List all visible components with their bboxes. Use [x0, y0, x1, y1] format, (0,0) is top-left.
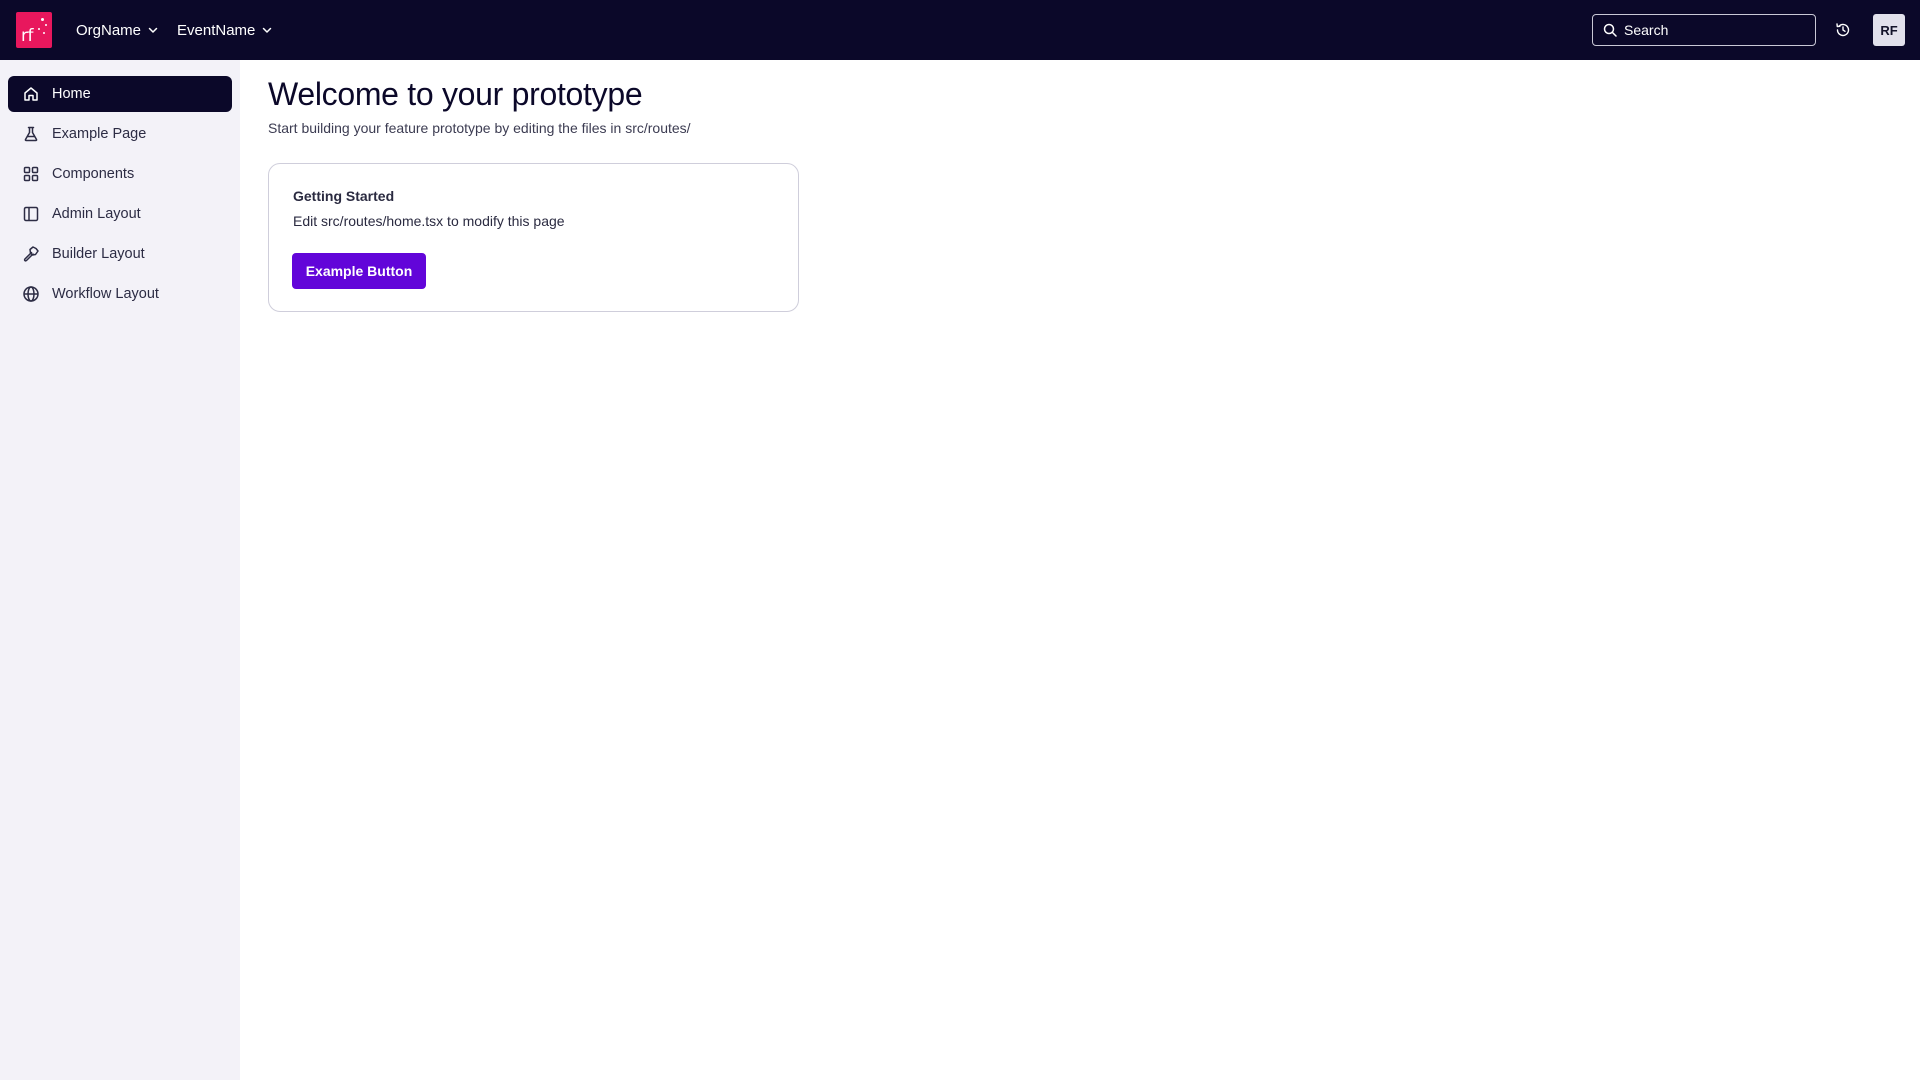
getting-started-card: Getting Started Edit src/routes/home.tsx…: [268, 163, 799, 312]
sidebar-item-workflow-layout[interactable]: Workflow Layout: [8, 276, 232, 312]
avatar[interactable]: RF: [1873, 14, 1905, 46]
page-title: Welcome to your prototype: [268, 76, 643, 112]
hammer-icon: [21, 244, 41, 264]
grid-icon: [21, 164, 41, 184]
sidebar-item-label: Components: [52, 166, 135, 182]
card-description: Edit src/routes/home.tsx to modify this …: [293, 213, 565, 229]
sidebar-item-home[interactable]: Home: [8, 76, 232, 112]
home-icon: [21, 84, 41, 104]
brand-logo[interactable]: rf: [16, 12, 52, 48]
search-box[interactable]: [1592, 14, 1816, 46]
card-title: Getting Started: [293, 188, 395, 204]
logo-dot: [41, 18, 44, 21]
sidebar-item-label: Builder Layout: [52, 246, 145, 262]
event-selector[interactable]: EventName: [177, 0, 273, 60]
sidebar: Home Example Page Components Admin Layou…: [0, 60, 240, 1080]
flask-icon: [21, 124, 41, 144]
search-input[interactable]: [1624, 22, 1804, 38]
sidebar-item-label: Example Page: [52, 126, 147, 142]
sidebar-item-label: Home: [52, 86, 91, 102]
logo-dot: [38, 28, 40, 30]
example-button[interactable]: Example Button: [292, 253, 426, 289]
sidebar-item-builder-layout[interactable]: Builder Layout: [8, 236, 232, 272]
history-button[interactable]: [1832, 19, 1854, 41]
logo-text: rf: [21, 26, 33, 46]
logo-dot: [43, 32, 45, 34]
sidebar-item-admin-layout[interactable]: Admin Layout: [8, 196, 232, 232]
history-icon: [1836, 23, 1850, 37]
globe-icon: [21, 284, 41, 304]
sidebar-item-example-page[interactable]: Example Page: [8, 116, 232, 152]
event-name: EventName: [177, 21, 256, 39]
top-bar: rf OrgName EventName RF: [0, 0, 1920, 60]
search-icon: [1603, 23, 1617, 37]
org-selector[interactable]: OrgName: [76, 0, 159, 60]
sidebar-item-components[interactable]: Components: [8, 156, 232, 192]
sidebar-item-label: Admin Layout: [52, 206, 141, 222]
page-subtitle: Start building your feature prototype by…: [268, 120, 691, 136]
panel-left-icon: [21, 204, 41, 224]
org-name: OrgName: [76, 21, 142, 39]
logo-dot: [45, 24, 47, 26]
sidebar-item-label: Workflow Layout: [52, 286, 159, 302]
chevron-down-icon: [263, 27, 272, 33]
chevron-down-icon: [148, 27, 158, 33]
